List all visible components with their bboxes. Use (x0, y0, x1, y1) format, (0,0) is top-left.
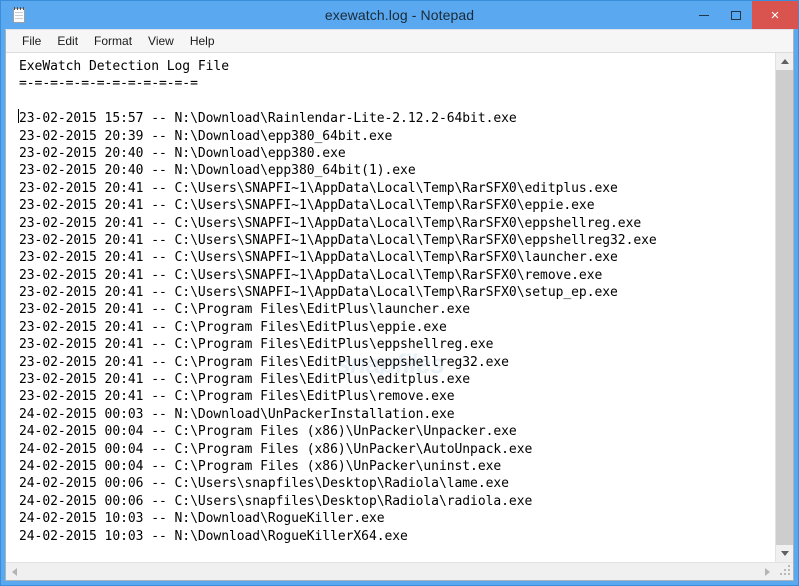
vertical-scroll-thumb[interactable] (776, 70, 793, 545)
close-icon: × (770, 6, 780, 24)
log-line: 24-02-2015 00:06 -- C:\Users\snapfiles\D… (19, 493, 533, 509)
log-line: 23-02-2015 20:39 -- N:\Download\epp380_6… (19, 128, 393, 144)
scroll-left-icon[interactable] (6, 563, 23, 580)
log-line: 23-02-2015 20:41 -- C:\Program Files\Edi… (19, 319, 447, 335)
editor-region: snapfiles ExeWatch Detection Log File =-=… (6, 53, 793, 562)
log-line: 23-02-2015 20:41 -- C:\Users\SNAPFI~1\Ap… (19, 215, 642, 231)
maximize-button[interactable] (720, 1, 752, 29)
window-controls: × (688, 1, 798, 29)
window-title: exewatch.log - Notepad (324, 7, 475, 23)
log-line: ExeWatch Detection Log File (19, 59, 229, 74)
menu-bar: File Edit Format View Help (6, 30, 793, 53)
horizontal-scrollbar[interactable] (6, 562, 793, 580)
log-line: 23-02-2015 20:40 -- N:\Download\epp380_6… (19, 163, 416, 179)
notepad-window: exewatch.log - Notepad × File Edit Forma… (0, 0, 799, 586)
log-line: 23-02-2015 20:41 -- C:\Users\SNAPFI~1\Ap… (19, 267, 603, 283)
resize-grip-icon[interactable] (776, 563, 793, 580)
log-line: 24-02-2015 10:03 -- N:\Download\RogueKil… (19, 511, 385, 527)
minimize-button[interactable] (688, 1, 720, 29)
horizontal-scroll-track[interactable] (23, 563, 759, 580)
close-button[interactable]: × (752, 1, 798, 29)
log-line: 23-02-2015 20:41 -- C:\Program Files\Edi… (19, 337, 494, 353)
log-line: 23-02-2015 20:41 -- C:\Program Files\Edi… (19, 302, 471, 318)
log-line: 23-02-2015 20:41 -- C:\Users\SNAPFI~1\Ap… (19, 285, 618, 301)
log-line: 23-02-2015 20:41 -- C:\Users\SNAPFI~1\Ap… (19, 232, 657, 248)
log-line: 23-02-2015 20:41 -- C:\Users\SNAPFI~1\Ap… (19, 198, 595, 214)
log-line: 24-02-2015 10:03 -- N:\Download\RogueKil… (19, 528, 408, 544)
menu-item-view[interactable]: View (140, 32, 182, 50)
log-text-area[interactable]: snapfiles ExeWatch Detection Log File =-=… (6, 53, 775, 562)
vertical-scrollbar[interactable] (775, 53, 793, 562)
log-line: 24-02-2015 00:04 -- C:\Program Files (x8… (19, 441, 533, 457)
log-lines: ExeWatch Detection Log File =-=-=-=-=-=-=… (8, 56, 775, 545)
client-area: File Edit Format View Help snapfiles Exe… (5, 29, 794, 581)
vertical-scroll-track[interactable] (776, 70, 793, 545)
scroll-up-icon[interactable] (776, 53, 793, 70)
log-line: 24-02-2015 00:03 -- N:\Download\UnPacker… (19, 406, 455, 422)
notepad-icon (11, 6, 27, 24)
log-line: =-=-=-=-=-=-=-=-=-=-=-= (19, 76, 198, 92)
menu-item-help[interactable]: Help (182, 32, 223, 50)
scroll-right-icon[interactable] (759, 563, 776, 580)
menu-item-format[interactable]: Format (86, 32, 140, 50)
log-line: 23-02-2015 20:41 -- C:\Program Files\Edi… (19, 372, 471, 388)
menu-item-edit[interactable]: Edit (49, 32, 86, 50)
log-line: 24-02-2015 00:04 -- C:\Program Files (x8… (19, 424, 517, 440)
log-line: 24-02-2015 00:06 -- C:\Users\snapfiles\D… (19, 476, 509, 492)
log-line: 23-02-2015 20:41 -- C:\Users\SNAPFI~1\Ap… (19, 180, 618, 196)
log-line: 23-02-2015 20:41 -- C:\Users\SNAPFI~1\Ap… (19, 250, 618, 266)
log-line: 23-02-2015 20:41 -- C:\Program Files\Edi… (19, 389, 455, 405)
menu-item-file[interactable]: File (14, 32, 49, 50)
scroll-down-icon[interactable] (776, 545, 793, 562)
title-bar[interactable]: exewatch.log - Notepad × (1, 1, 798, 29)
log-line: 23-02-2015 20:41 -- C:\Program Files\Edi… (19, 354, 509, 370)
log-line: 23-02-2015 20:40 -- N:\Download\epp380.e… (19, 145, 346, 161)
log-line: 24-02-2015 00:04 -- C:\Program Files (x8… (19, 458, 502, 474)
log-line: 23-02-2015 15:57 -- N:\Download\Rainlend… (19, 111, 517, 127)
